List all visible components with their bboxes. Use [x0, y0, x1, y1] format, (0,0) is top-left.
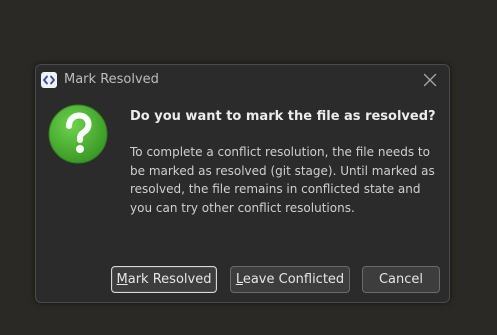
dialog-heading: Do you want to mark the file as resolved… [130, 109, 436, 124]
leave-conflicted-label: eave Conflicted [242, 272, 345, 287]
mark-resolved-dialog: Mark Resolved Do you want to mark the fi… [35, 64, 450, 303]
leave-conflicted-accel: L [235, 272, 243, 287]
mark-resolved-button[interactable]: Mark Resolved [111, 266, 217, 293]
close-icon[interactable] [421, 71, 439, 89]
cancel-label: Cancel [378, 272, 424, 287]
cancel-button[interactable]: Cancel [362, 266, 440, 293]
dialog-titlebar[interactable]: Mark Resolved [36, 65, 449, 95]
leave-conflicted-button[interactable]: Leave Conflicted [230, 266, 350, 293]
dialog-title: Mark Resolved [64, 72, 159, 87]
mark-resolved-accel: M [116, 272, 128, 287]
question-icon [46, 102, 110, 166]
mark-resolved-label: ark Resolved [127, 272, 212, 287]
code-brackets-icon [41, 72, 57, 88]
dialog-message: To complete a conflict resolution, the f… [130, 145, 435, 215]
